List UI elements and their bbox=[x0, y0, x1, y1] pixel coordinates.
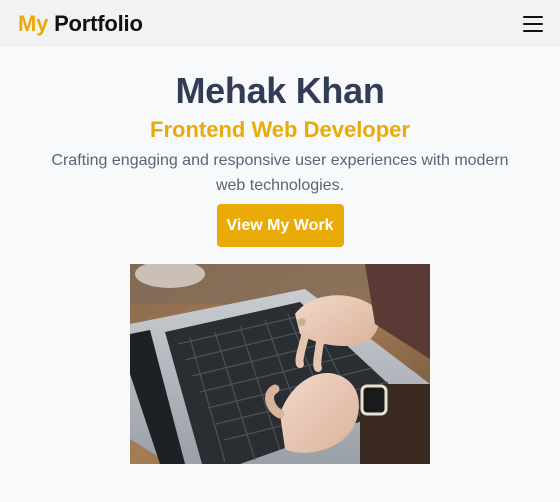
site-logo[interactable]: My Portfolio bbox=[18, 11, 143, 37]
brand-text: Portfolio bbox=[48, 10, 143, 36]
brand-accent-text: My bbox=[18, 10, 49, 36]
hamburger-menu-icon[interactable] bbox=[523, 15, 543, 32]
hero-laptop-image bbox=[130, 264, 430, 464]
view-my-work-button[interactable]: View My Work bbox=[216, 204, 344, 247]
navbar: My Portfolio bbox=[0, 0, 560, 47]
hero-tagline: Crafting engaging and responsive user ex… bbox=[51, 152, 509, 194]
hero-role: Frontend Web Developer bbox=[150, 117, 410, 142]
laptop-photo-illustration bbox=[130, 264, 430, 464]
hero-name: Mehak Khan bbox=[175, 70, 385, 111]
hero-section: Mehak Khan Frontend Web Developer Crafti… bbox=[0, 47, 560, 502]
